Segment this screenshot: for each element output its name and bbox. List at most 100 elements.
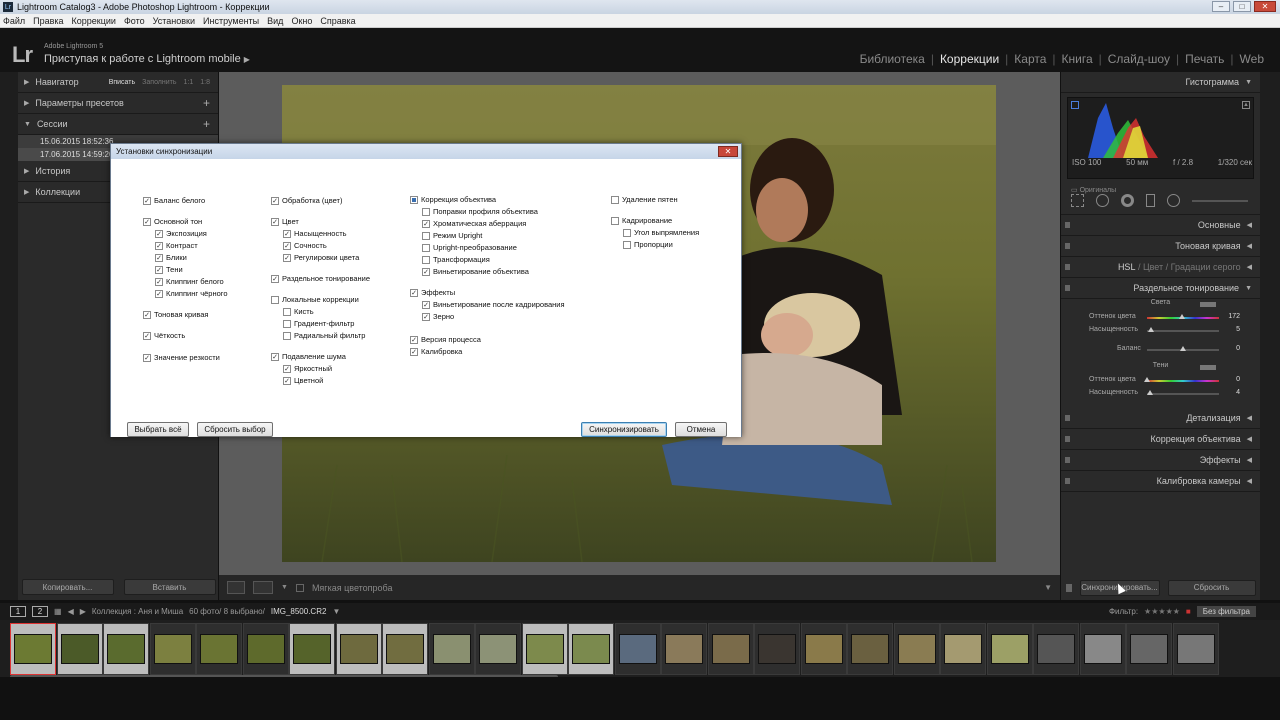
split-toning-header[interactable]: Раздельное тонирование ▼	[1061, 278, 1260, 299]
sync-checkbox[interactable]: Блики	[155, 253, 187, 262]
sync-checkbox[interactable]: Раздельное тонирование	[271, 274, 370, 283]
sync-checkbox[interactable]: Баланс белого	[143, 196, 205, 205]
navigator-header[interactable]: ▶ Навигатор Вписать Заполнить 1:1 1:8	[18, 72, 218, 93]
effects-header[interactable]: Эффекты ◀	[1061, 450, 1260, 471]
checkbox-box[interactable]	[283, 364, 291, 373]
checkbox-box[interactable]	[422, 243, 430, 252]
shadows-saturation-slider[interactable]: Насыщенность 4	[1061, 387, 1260, 400]
balance-value[interactable]: 0	[1236, 345, 1240, 352]
filmstrip-thumb[interactable]	[1033, 622, 1079, 675]
sync-checkbox[interactable]: Удаление пятен	[611, 195, 678, 204]
lens-correction-header[interactable]: Коррекция объектива ◀	[1061, 429, 1260, 450]
synchronize-button[interactable]: Синхронизировать	[581, 422, 667, 437]
checkbox-box[interactable]	[155, 277, 163, 286]
sync-checkbox[interactable]: Подавление шума	[271, 352, 346, 361]
checkbox-box[interactable]	[143, 331, 151, 340]
saturation-track[interactable]	[1147, 393, 1219, 395]
filmstrip-thumb[interactable]	[149, 622, 196, 675]
filmstrip-thumb[interactable]	[1126, 622, 1172, 675]
collection-path[interactable]: Коллекция : Аня и Миша	[92, 607, 183, 616]
sync-checkbox[interactable]: Версия процесса	[410, 335, 481, 344]
originals-toggle[interactable]: ▭ Оригиналы	[1071, 186, 1116, 194]
filmstrip-thumb[interactable]	[986, 622, 1033, 675]
filmstrip-thumb[interactable]	[103, 622, 149, 675]
checkbox-box[interactable]	[271, 295, 279, 304]
sync-checkbox[interactable]: Радиальный фильтр	[283, 331, 365, 340]
panel-switch-icon[interactable]	[1065, 478, 1070, 484]
filmstrip-thumb[interactable]	[335, 622, 382, 675]
filmstrip-thumb[interactable]	[940, 622, 986, 675]
menu-settings[interactable]: Установки	[153, 16, 195, 26]
filmstrip-thumb[interactable]	[707, 622, 754, 675]
tone-curve-header[interactable]: Тоновая кривая ◀	[1061, 236, 1260, 257]
sync-checkbox[interactable]: Регулировки цвета	[283, 253, 359, 262]
balance-knob[interactable]	[1180, 346, 1186, 351]
checkbox-box[interactable]	[283, 229, 291, 238]
sync-checkbox[interactable]: Кадрирование	[611, 216, 672, 225]
grayscale-tab[interactable]: Градации серого	[1171, 262, 1241, 272]
checkbox-box[interactable]	[143, 196, 151, 205]
file-menu-arrow-icon[interactable]: ▼	[332, 607, 340, 616]
sync-checkbox[interactable]: Яркостный	[283, 364, 332, 373]
rating-stars-icon[interactable]: ★★★★★	[1144, 607, 1180, 616]
filmstrip-thumb[interactable]	[196, 622, 242, 675]
hsl-tab[interactable]: HSL	[1118, 262, 1136, 272]
module-library[interactable]: Библиотека	[854, 52, 931, 66]
checkbox-box[interactable]	[410, 288, 418, 297]
module-map[interactable]: Карта	[1008, 52, 1052, 66]
panel-switch-icon[interactable]	[1065, 264, 1070, 270]
sync-checkbox[interactable]: Поправки профиля объектива	[422, 207, 538, 216]
filter-dropdown[interactable]: Без фильтра	[1196, 606, 1256, 617]
checkbox-box[interactable]	[283, 331, 291, 340]
sync-checkbox[interactable]: Экспозиция	[155, 229, 207, 238]
filmstrip-thumb[interactable]	[800, 622, 847, 675]
sync-checkbox[interactable]: Тени	[155, 265, 183, 274]
checkbox-box[interactable]	[422, 219, 430, 228]
softproof-checkbox[interactable]	[295, 583, 304, 592]
checkbox-box[interactable]	[155, 289, 163, 298]
dialog-close-button[interactable]: ✕	[718, 146, 738, 157]
zoom-1-8[interactable]: 1:8	[200, 79, 210, 86]
sync-checkbox[interactable]: Тоновая кривая	[143, 310, 208, 319]
checkbox-box[interactable]	[422, 255, 430, 264]
checkbox-box[interactable]	[283, 241, 291, 250]
saturation-value[interactable]: 5	[1236, 326, 1240, 333]
sync-checkbox[interactable]: Пропорции	[623, 240, 673, 249]
sync-checkbox[interactable]: Upright-преобразование	[422, 243, 517, 252]
sync-checkbox[interactable]: Клиппинг белого	[155, 277, 224, 286]
filmstrip-thumb[interactable]	[1172, 622, 1219, 675]
hsl-header[interactable]: HSL / Цвет / Градации серого ◀	[1061, 257, 1260, 278]
detail-header[interactable]: Детализация ◀	[1061, 408, 1260, 429]
saturation-value[interactable]: 4	[1236, 389, 1240, 396]
sync-checkbox[interactable]: Цветной	[283, 376, 323, 385]
color-labels-icon[interactable]: ■	[1186, 607, 1191, 616]
sync-checkbox[interactable]: Коррекция объектива	[410, 195, 496, 204]
balance-slider[interactable]: Баланс 0	[1061, 343, 1260, 356]
hue-knob[interactable]	[1178, 314, 1185, 319]
menu-file[interactable]: Файл	[3, 16, 25, 26]
checkbox-box[interactable]	[143, 217, 151, 226]
zoom-fit[interactable]: Вписать	[109, 79, 135, 86]
checkbox-box[interactable]	[283, 376, 291, 385]
sync-checkbox[interactable]: Виньетирование после кадрирования	[422, 300, 565, 309]
sync-checkbox[interactable]: Сочность	[283, 241, 327, 250]
paste-button[interactable]: Вставить	[123, 579, 216, 595]
sync-checkbox[interactable]: Зерно	[422, 312, 454, 321]
checkbox-box[interactable]	[143, 310, 151, 319]
shadow-clipping-icon[interactable]	[1071, 101, 1079, 109]
shadows-hue-slider[interactable]: Оттенок цвета 0	[1061, 374, 1260, 387]
checkbox-box[interactable]	[143, 353, 151, 362]
highlights-saturation-slider[interactable]: Насыщенность 5	[1061, 324, 1260, 337]
reset-button[interactable]: Сбросить	[1167, 579, 1256, 596]
module-slideshow[interactable]: Слайд-шоу	[1102, 52, 1176, 66]
menu-tools[interactable]: Инструменты	[203, 16, 259, 26]
presets-header[interactable]: ▶ Параметры пресетов +	[18, 93, 218, 114]
checkbox-box[interactable]	[623, 240, 631, 249]
menu-photo[interactable]: Фото	[124, 16, 145, 26]
brush-slider-icon[interactable]	[1192, 199, 1248, 202]
spot-removal-icon[interactable]	[1096, 194, 1109, 207]
panel-switch-icon[interactable]	[1065, 415, 1070, 421]
add-session-icon[interactable]: +	[203, 117, 210, 131]
toolbar-menu-arrow-icon[interactable]: ▼	[1044, 583, 1052, 592]
filmstrip-thumb[interactable]	[521, 622, 568, 675]
